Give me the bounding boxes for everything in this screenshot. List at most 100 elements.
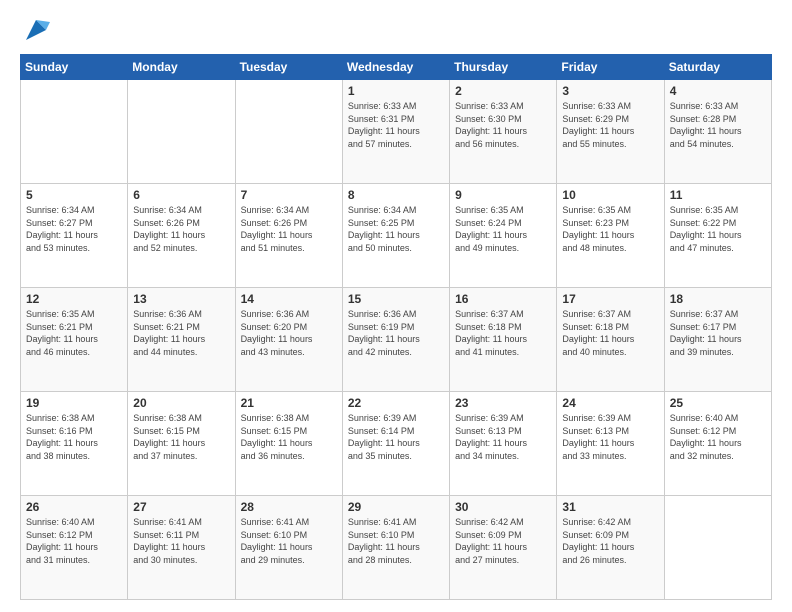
day-detail: Sunrise: 6:38 AMSunset: 6:15 PMDaylight:… [241, 412, 337, 462]
week-row-4: 26Sunrise: 6:40 AMSunset: 6:12 PMDayligh… [21, 496, 772, 600]
day-detail: Sunrise: 6:39 AMSunset: 6:13 PMDaylight:… [562, 412, 658, 462]
day-detail: Sunrise: 6:39 AMSunset: 6:13 PMDaylight:… [455, 412, 551, 462]
weekday-header-thursday: Thursday [450, 55, 557, 80]
day-number: 1 [348, 84, 444, 98]
weekday-header-monday: Monday [128, 55, 235, 80]
calendar-cell [128, 80, 235, 184]
logo-icon [22, 16, 50, 44]
calendar-cell: 10 Sunrise: 6:35 AMSunset: 6:23 PMDayligh… [557, 184, 664, 288]
calendar-cell: 3 Sunrise: 6:33 AMSunset: 6:29 PMDaylight… [557, 80, 664, 184]
calendar-cell: 27 Sunrise: 6:41 AMSunset: 6:11 PMDayligh… [128, 496, 235, 600]
day-detail: Sunrise: 6:42 AMSunset: 6:09 PMDaylight:… [562, 516, 658, 566]
day-number: 16 [455, 292, 551, 306]
day-number: 11 [670, 188, 766, 202]
day-number: 29 [348, 500, 444, 514]
calendar-cell: 16Sunrise: 6:37 AMSunset: 6:18 PMDayligh… [450, 288, 557, 392]
calendar-cell: 13 Sunrise: 6:36 AMSunset: 6:21 PMDayligh… [128, 288, 235, 392]
day-detail: Sunrise: 6:37 AMSunset: 6:18 PMDaylight:… [562, 308, 658, 358]
day-number: 15 [348, 292, 444, 306]
day-detail: Sunrise: 6:40 AMSunset: 6:12 PMDaylight:… [670, 412, 766, 462]
day-detail: Sunrise: 6:38 AMSunset: 6:16 PMDaylight:… [26, 412, 122, 462]
day-detail: Sunrise: 6:34 AMSunset: 6:25 PMDaylight:… [348, 204, 444, 254]
weekday-header-wednesday: Wednesday [342, 55, 449, 80]
day-number: 27 [133, 500, 229, 514]
day-detail: Sunrise: 6:33 AMSunset: 6:29 PMDaylight:… [562, 100, 658, 150]
day-detail: Sunrise: 6:39 AMSunset: 6:14 PMDaylight:… [348, 412, 444, 462]
page: SundayMondayTuesdayWednesdayThursdayFrid… [0, 0, 792, 612]
calendar-cell: 19 Sunrise: 6:38 AMSunset: 6:16 PMDayligh… [21, 392, 128, 496]
day-number: 22 [348, 396, 444, 410]
day-number: 2 [455, 84, 551, 98]
calendar-cell: 2Sunrise: 6:33 AMSunset: 6:30 PMDaylight… [450, 80, 557, 184]
day-number: 19 [26, 396, 122, 410]
day-detail: Sunrise: 6:34 AMSunset: 6:27 PMDaylight:… [26, 204, 122, 254]
day-number: 30 [455, 500, 551, 514]
day-number: 6 [133, 188, 229, 202]
day-detail: Sunrise: 6:33 AMSunset: 6:28 PMDaylight:… [670, 100, 766, 150]
calendar-cell: 5 Sunrise: 6:34 AMSunset: 6:27 PMDaylight… [21, 184, 128, 288]
day-number: 31 [562, 500, 658, 514]
day-detail: Sunrise: 6:42 AMSunset: 6:09 PMDaylight:… [455, 516, 551, 566]
day-detail: Sunrise: 6:35 AMSunset: 6:23 PMDaylight:… [562, 204, 658, 254]
weekday-header-saturday: Saturday [664, 55, 771, 80]
day-number: 3 [562, 84, 658, 98]
week-row-0: 1 Sunrise: 6:33 AMSunset: 6:31 PMDaylight… [21, 80, 772, 184]
calendar-cell [664, 496, 771, 600]
day-number: 26 [26, 500, 122, 514]
calendar: SundayMondayTuesdayWednesdayThursdayFrid… [20, 54, 772, 600]
day-detail: Sunrise: 6:35 AMSunset: 6:22 PMDaylight:… [670, 204, 766, 254]
calendar-cell: 26Sunrise: 6:40 AMSunset: 6:12 PMDayligh… [21, 496, 128, 600]
calendar-header: SundayMondayTuesdayWednesdayThursdayFrid… [21, 55, 772, 80]
calendar-cell: 9Sunrise: 6:35 AMSunset: 6:24 PMDaylight… [450, 184, 557, 288]
day-detail: Sunrise: 6:38 AMSunset: 6:15 PMDaylight:… [133, 412, 229, 462]
day-detail: Sunrise: 6:37 AMSunset: 6:17 PMDaylight:… [670, 308, 766, 358]
calendar-cell: 22 Sunrise: 6:39 AMSunset: 6:14 PMDayligh… [342, 392, 449, 496]
day-number: 25 [670, 396, 766, 410]
calendar-cell: 24Sunrise: 6:39 AMSunset: 6:13 PMDayligh… [557, 392, 664, 496]
calendar-cell: 21 Sunrise: 6:38 AMSunset: 6:15 PMDayligh… [235, 392, 342, 496]
day-number: 13 [133, 292, 229, 306]
week-row-3: 19 Sunrise: 6:38 AMSunset: 6:16 PMDayligh… [21, 392, 772, 496]
day-detail: Sunrise: 6:34 AMSunset: 6:26 PMDaylight:… [133, 204, 229, 254]
calendar-cell: 15Sunrise: 6:36 AMSunset: 6:19 PMDayligh… [342, 288, 449, 392]
day-number: 5 [26, 188, 122, 202]
weekday-row: SundayMondayTuesdayWednesdayThursdayFrid… [21, 55, 772, 80]
day-number: 21 [241, 396, 337, 410]
calendar-cell: 7Sunrise: 6:34 AMSunset: 6:26 PMDaylight… [235, 184, 342, 288]
calendar-cell: 20 Sunrise: 6:38 AMSunset: 6:15 PMDayligh… [128, 392, 235, 496]
day-number: 20 [133, 396, 229, 410]
logo [20, 16, 50, 44]
day-detail: Sunrise: 6:41 AMSunset: 6:10 PMDaylight:… [348, 516, 444, 566]
calendar-cell: 17 Sunrise: 6:37 AMSunset: 6:18 PMDayligh… [557, 288, 664, 392]
calendar-cell [235, 80, 342, 184]
calendar-cell: 8 Sunrise: 6:34 AMSunset: 6:25 PMDaylight… [342, 184, 449, 288]
calendar-cell: 23Sunrise: 6:39 AMSunset: 6:13 PMDayligh… [450, 392, 557, 496]
day-detail: Sunrise: 6:36 AMSunset: 6:20 PMDaylight:… [241, 308, 337, 358]
day-number: 14 [241, 292, 337, 306]
day-number: 10 [562, 188, 658, 202]
calendar-cell: 30 Sunrise: 6:42 AMSunset: 6:09 PMDayligh… [450, 496, 557, 600]
day-detail: Sunrise: 6:35 AMSunset: 6:21 PMDaylight:… [26, 308, 122, 358]
day-number: 9 [455, 188, 551, 202]
calendar-cell [21, 80, 128, 184]
day-number: 4 [670, 84, 766, 98]
weekday-header-sunday: Sunday [21, 55, 128, 80]
calendar-cell: 4 Sunrise: 6:33 AMSunset: 6:28 PMDaylight… [664, 80, 771, 184]
day-detail: Sunrise: 6:41 AMSunset: 6:11 PMDaylight:… [133, 516, 229, 566]
calendar-cell: 29 Sunrise: 6:41 AMSunset: 6:10 PMDayligh… [342, 496, 449, 600]
day-detail: Sunrise: 6:33 AMSunset: 6:31 PMDaylight:… [348, 100, 444, 150]
calendar-cell: 11 Sunrise: 6:35 AMSunset: 6:22 PMDayligh… [664, 184, 771, 288]
day-number: 12 [26, 292, 122, 306]
header [20, 16, 772, 44]
calendar-body: 1 Sunrise: 6:33 AMSunset: 6:31 PMDaylight… [21, 80, 772, 600]
week-row-1: 5 Sunrise: 6:34 AMSunset: 6:27 PMDaylight… [21, 184, 772, 288]
day-number: 7 [241, 188, 337, 202]
day-number: 8 [348, 188, 444, 202]
day-number: 28 [241, 500, 337, 514]
calendar-cell: 25 Sunrise: 6:40 AMSunset: 6:12 PMDayligh… [664, 392, 771, 496]
day-number: 18 [670, 292, 766, 306]
calendar-cell: 6 Sunrise: 6:34 AMSunset: 6:26 PMDaylight… [128, 184, 235, 288]
weekday-header-friday: Friday [557, 55, 664, 80]
day-number: 17 [562, 292, 658, 306]
day-detail: Sunrise: 6:36 AMSunset: 6:21 PMDaylight:… [133, 308, 229, 358]
